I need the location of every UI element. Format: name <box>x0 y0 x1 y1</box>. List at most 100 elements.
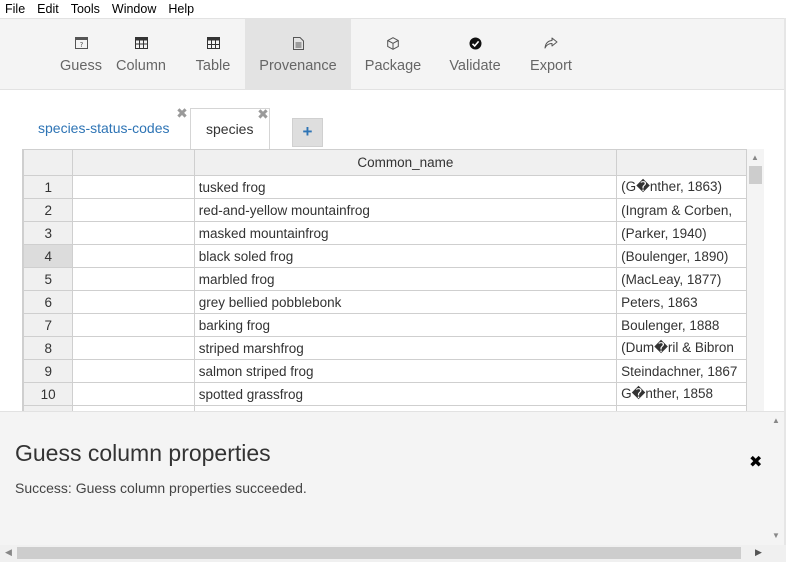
row-number[interactable]: 5 <box>23 267 74 291</box>
add-tab-button[interactable]: + <box>292 118 323 147</box>
table-row[interactable]: 2 red-and-yellow mountainfrog (Ingram & Co… <box>23 198 747 222</box>
message-panel: Guess column properties Success: Guess c… <box>0 411 786 545</box>
validate-label: Validate <box>449 58 501 74</box>
table-cell-common-name[interactable]: spotted grassfrog <box>193 382 618 406</box>
table-cell-author[interactable]: (Boulenger, 1890) <box>616 244 747 268</box>
row-number[interactable]: 2 <box>23 198 74 222</box>
provenance-button[interactable]: Provenance <box>245 19 351 90</box>
tab-label: species <box>206 121 254 137</box>
table-cell-common-name[interactable]: barking frog <box>193 313 618 337</box>
row-number[interactable]: 6 <box>23 290 74 314</box>
horizontal-scrollbar[interactable]: ◀ ▶ <box>0 545 768 562</box>
scroll-up-icon[interactable]: ▲ <box>772 416 780 425</box>
table-cell-author[interactable]: (Parker, 1940) <box>616 221 747 245</box>
toolbar: ? Guess Column Table Provenance Package … <box>0 18 786 90</box>
header-row: Common_name <box>23 149 747 176</box>
table-cell[interactable] <box>72 359 195 383</box>
column-button[interactable]: Column <box>110 19 172 90</box>
menu-window[interactable]: Window <box>106 0 162 18</box>
export-button[interactable]: Export <box>522 19 580 90</box>
table-icon <box>205 36 221 50</box>
table-cell[interactable] <box>72 382 195 406</box>
table-cell-common-name[interactable]: black soled frog <box>193 244 618 268</box>
panel-vertical-scrollbar[interactable]: ▲ ▼ <box>768 412 784 546</box>
table-cell-common-name[interactable]: grey bellied pobblebonk <box>193 290 618 314</box>
scrollbar-corner <box>768 545 786 562</box>
table-cell[interactable] <box>72 221 195 245</box>
row-number[interactable]: 9 <box>23 359 74 383</box>
scroll-thumb[interactable] <box>749 166 762 184</box>
table-button[interactable]: Table <box>185 19 241 90</box>
tab-label: species-status-codes <box>38 120 170 136</box>
menu-help[interactable]: Help <box>162 0 200 18</box>
table-cell[interactable] <box>72 336 195 360</box>
table-row[interactable]: 6 grey bellied pobblebonk Peters, 1863 <box>23 290 747 314</box>
table-label: Table <box>195 58 231 74</box>
panel-message: Success: Guess column properties succeed… <box>15 480 307 496</box>
row-number[interactable]: 1 <box>23 175 74 199</box>
table-cell-common-name[interactable]: tusked frog <box>193 175 618 199</box>
data-grid: Common_name 1 tusked frog (G�nther, 1863) 2… <box>22 149 747 411</box>
table-row[interactable]: 3 masked mountainfrog (Parker, 1940) <box>23 221 747 245</box>
corner-header[interactable] <box>23 149 74 176</box>
menu-tools[interactable]: Tools <box>65 0 106 18</box>
provenance-label: Provenance <box>259 58 337 74</box>
scroll-right-icon[interactable]: ▶ <box>755 547 762 558</box>
table-cell-author[interactable]: (Ingram & Corben, <box>616 198 747 222</box>
column-header[interactable] <box>72 149 195 176</box>
table-row[interactable]: 8 striped marshfrog (Dum�ril & Bibron <box>23 336 747 360</box>
scroll-up-icon[interactable]: ▲ <box>751 153 759 162</box>
table-cell-common-name[interactable]: marbled frog <box>193 267 618 291</box>
row-number[interactable]: 7 <box>23 313 74 337</box>
package-button[interactable]: Package <box>360 19 426 90</box>
row-number[interactable]: 8 <box>23 336 74 360</box>
menu-edit[interactable]: Edit <box>31 0 65 18</box>
table-cell-author[interactable]: (Dum�ril & Bibron <box>616 336 747 360</box>
export-label: Export <box>530 58 572 74</box>
table-cell-common-name[interactable]: masked mountainfrog <box>193 221 618 245</box>
table-cell-author[interactable]: Steindachner, 1867 <box>616 359 747 383</box>
table-cell[interactable] <box>72 313 195 337</box>
table-row[interactable]: 4 black soled frog (Boulenger, 1890) <box>23 244 747 268</box>
table-cell-author[interactable]: Boulenger, 1888 <box>616 313 747 337</box>
close-tab-icon[interactable]: ✖ <box>257 107 269 121</box>
row-number[interactable]: 10 <box>23 382 74 406</box>
table-cell[interactable] <box>72 290 195 314</box>
table-row[interactable]: 7 barking frog Boulenger, 1888 <box>23 313 747 337</box>
table-row[interactable]: 9 salmon striped frog Steindachner, 1867 <box>23 359 747 383</box>
scroll-down-icon[interactable]: ▼ <box>772 531 780 540</box>
table-cell-common-name[interactable]: red-and-yellow mountainfrog <box>193 198 618 222</box>
column-header-common-name[interactable]: Common_name <box>193 149 618 176</box>
close-icon[interactable]: ✖ <box>749 452 762 472</box>
provenance-icon <box>290 36 306 50</box>
validate-icon <box>467 36 483 50</box>
panel-title: Guess column properties <box>15 440 271 466</box>
table-cell[interactable] <box>72 198 195 222</box>
app-window: File Edit Tools Window Help ? Guess Colu… <box>0 0 786 562</box>
column-header[interactable] <box>616 149 747 176</box>
validate-button[interactable]: Validate <box>442 19 508 90</box>
table-cell[interactable] <box>72 267 195 291</box>
tab-species-status-codes[interactable]: species-status-codes ✖ <box>30 106 192 148</box>
row-number[interactable]: 3 <box>23 221 74 245</box>
column-icon <box>133 36 149 50</box>
table-row[interactable]: 10 spotted grassfrog G�nther, 1858 <box>23 382 747 406</box>
row-number[interactable]: 4 <box>23 244 74 268</box>
package-icon <box>385 36 401 50</box>
table-cell-common-name[interactable]: salmon striped frog <box>193 359 618 383</box>
table-cell[interactable] <box>72 175 195 199</box>
table-cell-author[interactable]: (G�nther, 1863) <box>616 175 747 199</box>
table-cell-author[interactable]: (MacLeay, 1877) <box>616 267 747 291</box>
table-cell-author[interactable]: Peters, 1863 <box>616 290 747 314</box>
scroll-thumb[interactable] <box>17 547 741 559</box>
grid-vertical-scrollbar[interactable]: ▲ <box>747 149 764 411</box>
menu-file[interactable]: File <box>0 0 31 18</box>
scroll-left-icon[interactable]: ◀ <box>5 547 12 558</box>
table-row[interactable]: 5 marbled frog (MacLeay, 1877) <box>23 267 747 291</box>
table-cell-author[interactable]: G�nther, 1858 <box>616 382 747 406</box>
table-row[interactable]: 1 tusked frog (G�nther, 1863) <box>23 175 747 199</box>
table-cell-common-name[interactable]: striped marshfrog <box>193 336 618 360</box>
tab-species[interactable]: species ✖ <box>190 107 270 150</box>
table-cell[interactable] <box>72 244 195 268</box>
close-tab-icon[interactable]: ✖ <box>176 106 188 120</box>
